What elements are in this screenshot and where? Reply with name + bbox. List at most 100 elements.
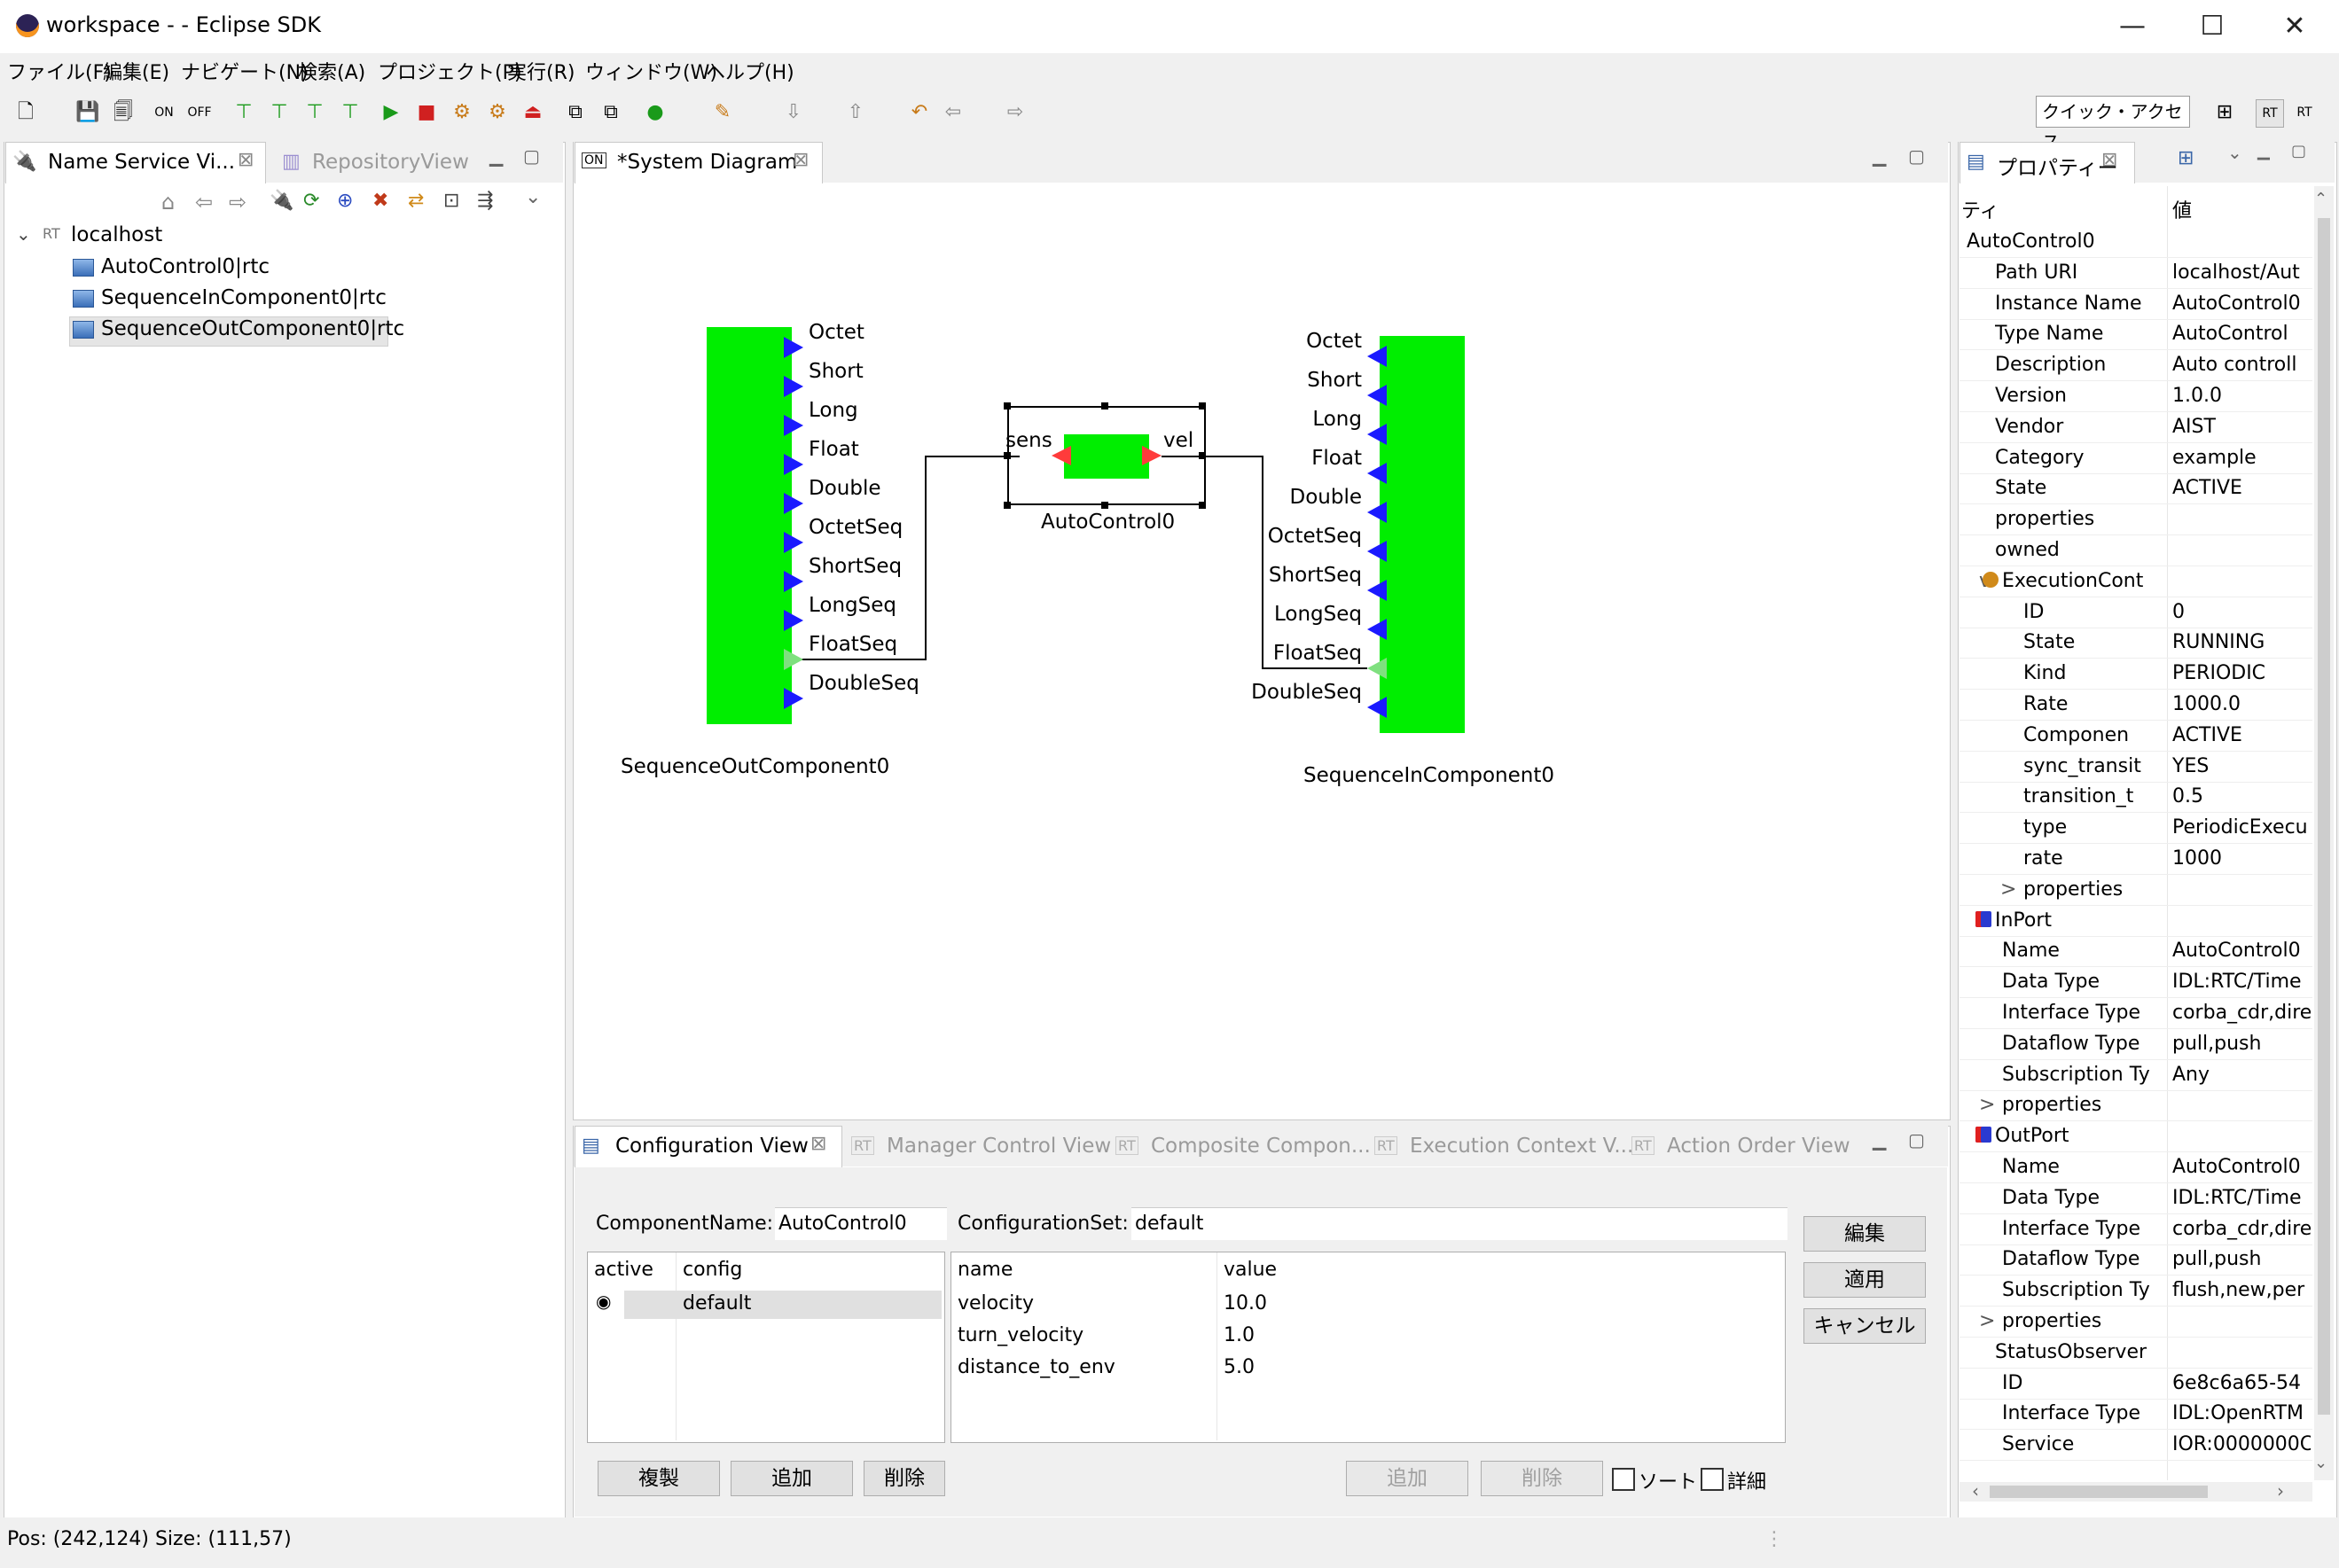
property-row[interactable]: vExecutionCont bbox=[1960, 566, 2312, 597]
in-port-long[interactable] bbox=[1367, 424, 1387, 445]
property-row[interactable]: State RUNNING bbox=[1960, 628, 2312, 659]
property-row[interactable]: Path URI localhost/Aut bbox=[1960, 258, 2312, 289]
property-row[interactable]: Interface Type corba_cdr,dire bbox=[1960, 998, 2312, 1029]
out-port-floatseq[interactable] bbox=[784, 649, 803, 670]
property-row[interactable]: Instance Name AutoControl0 bbox=[1960, 289, 2312, 320]
in-port-octetseq[interactable] bbox=[1367, 541, 1387, 562]
property-row[interactable]: Data Type IDL:RTC/Time bbox=[1960, 1183, 2312, 1214]
table-header-config[interactable]: config bbox=[683, 1259, 742, 1281]
property-row[interactable]: Version 1.0.0 bbox=[1960, 381, 2312, 412]
tab-close-icon[interactable]: ⊠ bbox=[810, 1133, 826, 1155]
out-port-float[interactable] bbox=[784, 454, 803, 475]
property-row[interactable]: sync_transit YES bbox=[1960, 752, 2312, 783]
selection-handle[interactable] bbox=[1199, 402, 1206, 410]
property-row[interactable]: Kind PERIODIC bbox=[1960, 659, 2312, 690]
component-name-field[interactable]: AutoControl0 bbox=[775, 1207, 947, 1240]
sort-checkbox[interactable] bbox=[1612, 1468, 1635, 1491]
property-row[interactable]: Service IOR:0000000C bbox=[1960, 1430, 2312, 1462]
scroll-up-icon[interactable]: ⌃ bbox=[2314, 190, 2327, 208]
autocontrol-component[interactable] bbox=[1064, 434, 1149, 479]
property-row[interactable]: > properties bbox=[1960, 1307, 2312, 1338]
in-port-float[interactable] bbox=[1367, 463, 1387, 484]
configuration-set-field[interactable]: default bbox=[1131, 1207, 1787, 1240]
prop-scroll-thumb[interactable] bbox=[2318, 218, 2330, 1415]
pin-icon[interactable]: ⊞ bbox=[2178, 147, 2194, 169]
out-port-long[interactable] bbox=[784, 415, 803, 436]
param-value[interactable]: 1.0 bbox=[1224, 1324, 1255, 1346]
copy-button[interactable]: 複製 bbox=[598, 1461, 720, 1496]
property-row[interactable]: Description Auto controll bbox=[1960, 350, 2312, 382]
minimize-props-icon[interactable]: ▁ bbox=[2257, 142, 2270, 160]
tab-execution-context-view[interactable]: Execution Context V... bbox=[1410, 1135, 1633, 1158]
detail-checkbox[interactable] bbox=[1701, 1468, 1724, 1491]
out-port-vel[interactable] bbox=[1142, 446, 1162, 465]
apply-button[interactable]: 適用 bbox=[1803, 1262, 1926, 1298]
in-port-octet[interactable] bbox=[1367, 346, 1387, 367]
property-row[interactable]: Componen ACTIVE bbox=[1960, 721, 2312, 752]
table-header-value[interactable]: value bbox=[1224, 1259, 1277, 1281]
tab-close-icon[interactable]: ⊠ bbox=[2101, 149, 2117, 171]
selection-handle[interactable] bbox=[1004, 402, 1011, 410]
maximize-bottom-icon[interactable]: ▢ bbox=[1908, 1129, 1925, 1151]
property-row[interactable]: Subscription Ty Any bbox=[1960, 1060, 2312, 1091]
param-value[interactable]: 5.0 bbox=[1224, 1356, 1255, 1378]
out-port-double[interactable] bbox=[784, 493, 803, 514]
add-config-button[interactable]: 追加 bbox=[731, 1461, 853, 1496]
prop-header-property[interactable]: ティ bbox=[1961, 195, 1999, 223]
in-port-double[interactable] bbox=[1367, 502, 1387, 523]
sequence-out-component[interactable] bbox=[707, 327, 792, 724]
property-row[interactable]: Interface Type IDL:OpenRTM bbox=[1960, 1399, 2312, 1431]
tree-collapse-icon[interactable]: > bbox=[1979, 1090, 1995, 1120]
property-row[interactable]: properties bbox=[1960, 504, 2312, 536]
property-row[interactable]: Name AutoControl0 bbox=[1960, 936, 2312, 968]
selection-handle[interactable] bbox=[1004, 502, 1011, 509]
in-port-short[interactable] bbox=[1367, 385, 1387, 406]
in-port-sens[interactable] bbox=[1052, 446, 1071, 465]
property-row[interactable]: Name AutoControl0 bbox=[1960, 1152, 2312, 1183]
scroll-down-icon[interactable]: ⌄ bbox=[2314, 1454, 2327, 1472]
property-row[interactable]: StatusObserver bbox=[1960, 1338, 2312, 1369]
property-row[interactable]: InPort bbox=[1960, 906, 2312, 937]
property-row[interactable]: Interface Type corba_cdr,dire bbox=[1960, 1214, 2312, 1245]
selection-handle[interactable] bbox=[1004, 452, 1011, 459]
property-row[interactable]: Vendor AIST bbox=[1960, 412, 2312, 443]
selection-handle[interactable] bbox=[1101, 402, 1108, 410]
property-row[interactable]: owned bbox=[1960, 535, 2312, 566]
tree-collapse-icon[interactable]: > bbox=[1979, 1307, 1995, 1337]
property-row[interactable]: Subscription Ty flush,new,per bbox=[1960, 1275, 2312, 1307]
property-row[interactable]: > properties bbox=[1960, 1090, 2312, 1122]
maximize-props-icon[interactable]: ▢ bbox=[2291, 142, 2306, 160]
scroll-left-icon[interactable]: ‹ bbox=[1972, 1480, 1979, 1502]
param-value[interactable]: 10.0 bbox=[1224, 1292, 1267, 1314]
add-param-button[interactable]: 追加 bbox=[1346, 1461, 1468, 1496]
table-header-name[interactable]: name bbox=[958, 1259, 1013, 1281]
property-row[interactable]: Type Name AutoControl bbox=[1960, 319, 2312, 351]
view-menu-icon[interactable]: ⌄ bbox=[2227, 142, 2242, 163]
property-row[interactable]: AutoControl0 bbox=[1960, 227, 2312, 258]
in-port-floatseq[interactable] bbox=[1367, 658, 1387, 679]
property-row[interactable]: type PeriodicExecu bbox=[1960, 813, 2312, 845]
in-port-shortseq[interactable] bbox=[1367, 580, 1387, 601]
scroll-right-icon[interactable]: › bbox=[2277, 1480, 2284, 1502]
table-header-active[interactable]: active bbox=[594, 1259, 653, 1281]
sequence-in-component[interactable] bbox=[1380, 336, 1465, 733]
delete-param-button[interactable]: 削除 bbox=[1481, 1461, 1603, 1496]
property-row[interactable]: Dataflow Type pull,push bbox=[1960, 1029, 2312, 1060]
config-row-selected[interactable] bbox=[624, 1291, 942, 1319]
tab-composite-component[interactable]: Composite Compon... bbox=[1151, 1135, 1371, 1158]
out-port-longseq[interactable] bbox=[784, 610, 803, 631]
selection-handle[interactable] bbox=[1199, 452, 1206, 459]
cancel-button[interactable]: キャンセル bbox=[1803, 1308, 1926, 1344]
out-port-octet[interactable] bbox=[784, 337, 803, 358]
property-row[interactable]: > properties bbox=[1960, 875, 2312, 906]
param-table[interactable] bbox=[950, 1252, 1786, 1443]
tab-action-order-view[interactable]: Action Order View bbox=[1667, 1135, 1850, 1158]
property-row[interactable]: OutPort bbox=[1960, 1121, 2312, 1153]
property-row[interactable]: Dataflow Type pull,push bbox=[1960, 1244, 2312, 1276]
property-row[interactable]: ID 6e8c6a65-54 bbox=[1960, 1369, 2312, 1400]
property-row[interactable]: Rate 1000.0 bbox=[1960, 690, 2312, 721]
out-port-octetseq[interactable] bbox=[784, 532, 803, 553]
prop-header-value[interactable]: 値 bbox=[2172, 195, 2192, 223]
selection-handle[interactable] bbox=[1199, 502, 1206, 509]
tab-manager-control-view[interactable]: Manager Control View bbox=[887, 1135, 1111, 1158]
